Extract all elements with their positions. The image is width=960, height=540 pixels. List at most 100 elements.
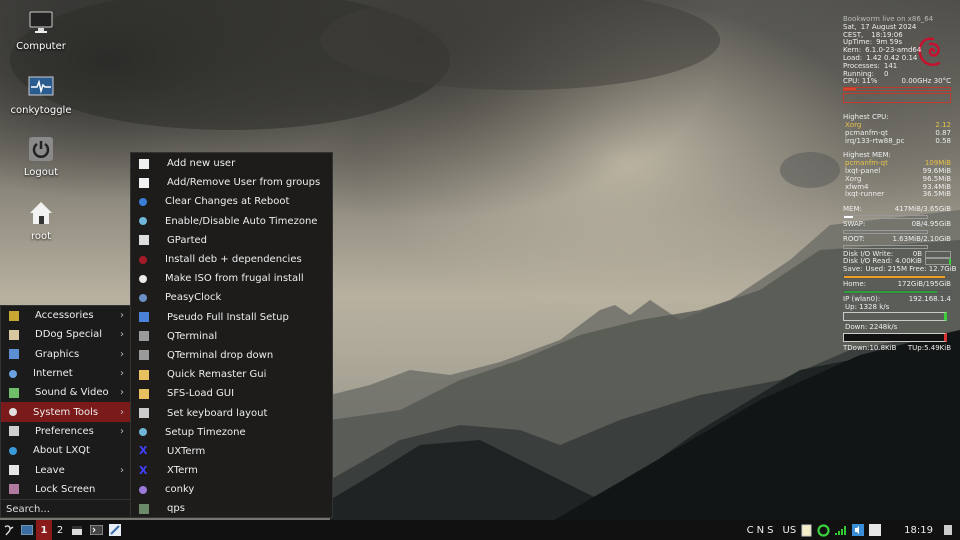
menu-item-qterminal[interactable]: QTerminal bbox=[131, 327, 332, 346]
network-status-icon[interactable] bbox=[817, 523, 830, 537]
mem-bar bbox=[843, 214, 928, 219]
desktop-icon-label: root bbox=[30, 231, 52, 242]
globe-icon bbox=[139, 217, 147, 226]
menu-item-enable-disable-auto-timezone[interactable]: Enable/Disable Auto Timezone bbox=[131, 212, 332, 231]
desktop-icon-logout[interactable]: Logout bbox=[1, 136, 81, 178]
keyboard-icon bbox=[139, 408, 149, 419]
menu-item-conky[interactable]: conky bbox=[131, 480, 332, 499]
start-menu-button[interactable] bbox=[0, 520, 18, 540]
desktop-icon-computer[interactable]: Computer bbox=[1, 10, 81, 52]
menu-item-label: GParted bbox=[167, 234, 207, 246]
menu-item-internet[interactable]: Internet › bbox=[1, 364, 130, 383]
show-hidden-icon[interactable] bbox=[944, 525, 952, 535]
menu-item-label: Accessories bbox=[35, 310, 94, 322]
swap-bar bbox=[843, 229, 928, 234]
cpu-graph bbox=[843, 93, 951, 104]
menu-item-lock-screen[interactable]: Lock Screen bbox=[1, 480, 130, 499]
menu-item-add-remove-user-from-groups[interactable]: Add/Remove User from groups bbox=[131, 173, 332, 192]
menu-item-label: qps bbox=[167, 503, 185, 515]
menu-item-preferences[interactable]: Preferences › bbox=[1, 422, 130, 441]
clock[interactable]: 18:19 bbox=[904, 525, 933, 536]
menu-item-uxterm[interactable]: X UXTerm bbox=[131, 442, 332, 461]
notification-icon[interactable] bbox=[869, 524, 882, 536]
menu-item-sfs-load-gui[interactable]: SFS-Load GUI bbox=[131, 384, 332, 403]
menu-item-pseudo-full-install-setup[interactable]: Pseudo Full Install Setup bbox=[131, 308, 332, 327]
menu-item-leave[interactable]: Leave › bbox=[1, 460, 130, 479]
menu-item-label: Install deb + dependencies bbox=[165, 254, 302, 266]
clipboard-icon[interactable] bbox=[801, 524, 812, 537]
menu-item-qps[interactable]: qps bbox=[131, 499, 332, 518]
highest-cpu-list: Xorg 2.12 pcmanfm-qt 0.87 irq/133-rtw88_pc 0.… bbox=[843, 121, 951, 145]
menu-item-accessories[interactable]: Accessories › bbox=[1, 306, 130, 325]
internet-icon bbox=[9, 369, 17, 378]
show-desktop-button[interactable] bbox=[18, 520, 36, 540]
menu-item-make-iso-from-frugal-install[interactable]: Make ISO from frugal install bbox=[131, 269, 332, 288]
menu-item-about-lxqt[interactable]: About LXQt bbox=[1, 441, 130, 460]
workspace-2[interactable]: 2 bbox=[52, 520, 68, 540]
swap-value: 0B/4.95GiB bbox=[911, 219, 951, 228]
menu-search-input[interactable]: Search... bbox=[1, 498, 130, 518]
num-lock-indicator: N bbox=[756, 524, 765, 536]
process-row: lxqt-runner 36.5MiB bbox=[843, 191, 951, 199]
root-value: 1.63MiB/2.10GiB bbox=[892, 234, 952, 243]
caps-lock-indicator: C bbox=[746, 524, 754, 536]
desktop-icon-conkytoggle[interactable]: conkytoggle bbox=[1, 74, 81, 116]
menu-item-label: Leave bbox=[35, 464, 65, 476]
leave-icon bbox=[9, 465, 19, 476]
chevron-right-icon: › bbox=[120, 425, 124, 437]
menu-item-peasyclock[interactable]: PeasyClock bbox=[131, 288, 332, 307]
home-bar bbox=[843, 289, 951, 294]
desktop-icon-root[interactable]: root bbox=[1, 200, 81, 242]
root-label: ROOT: bbox=[843, 234, 865, 243]
menu-item-label: QTerminal drop down bbox=[167, 349, 274, 361]
menu-item-ddog-special[interactable]: DDog Special › bbox=[1, 325, 130, 344]
menu-item-label: Clear Changes at Reboot bbox=[165, 196, 290, 208]
menu-item-label: conky bbox=[165, 484, 195, 496]
menu-item-label: XTerm bbox=[167, 465, 198, 477]
root-bar bbox=[843, 244, 928, 249]
install-icon bbox=[139, 312, 149, 323]
menu-item-xterm[interactable]: X XTerm bbox=[131, 461, 332, 480]
quicklaunch-files[interactable] bbox=[68, 520, 86, 540]
desktop-icon-label: conkytoggle bbox=[10, 105, 72, 116]
text-editor-icon bbox=[109, 524, 121, 536]
conky-cpu-freq: 0.00GHz 30°C bbox=[901, 77, 951, 86]
terminal-icon bbox=[139, 331, 149, 342]
menu-item-graphics[interactable]: Graphics › bbox=[1, 345, 130, 364]
terminal-icon bbox=[89, 525, 103, 535]
menu-item-setup-timezone[interactable]: Setup Timezone bbox=[131, 423, 332, 442]
workspace-1[interactable]: 1 bbox=[36, 520, 52, 540]
globe-icon bbox=[139, 428, 147, 437]
menu-item-add-new-user[interactable]: Add new user bbox=[131, 154, 332, 173]
menu-item-sound-video[interactable]: Sound & Video › bbox=[1, 383, 130, 402]
menu-item-gparted[interactable]: GParted bbox=[131, 231, 332, 250]
power-icon bbox=[29, 137, 53, 161]
quicklaunch-editor[interactable] bbox=[106, 520, 124, 540]
menu-item-install-deb-dependencies[interactable]: Install deb + dependencies bbox=[131, 250, 332, 269]
menu-item-qterminal-drop-down[interactable]: QTerminal drop down bbox=[131, 346, 332, 365]
menu-item-clear-changes-at-reboot[interactable]: Clear Changes at Reboot bbox=[131, 192, 332, 211]
chevron-right-icon: › bbox=[120, 406, 124, 418]
graphics-icon bbox=[9, 349, 19, 360]
menu-item-label: Internet bbox=[33, 368, 73, 380]
menu-item-quick-remaster-gui[interactable]: Quick Remaster Gui bbox=[131, 365, 332, 384]
accessories-icon bbox=[9, 310, 19, 321]
menu-item-set-keyboard-layout[interactable]: Set keyboard layout bbox=[131, 403, 332, 422]
debian-icon bbox=[139, 255, 147, 264]
volume-icon[interactable] bbox=[852, 524, 865, 536]
save-bar-fill bbox=[844, 275, 945, 278]
highest-mem-list: pcmanfm-qt 109MiB lxqt-panel 99.6MiB Xorg 96.… bbox=[843, 159, 951, 199]
x-terminal-icon: X bbox=[139, 444, 148, 458]
swap-label: SWAP: bbox=[843, 219, 866, 228]
quicklaunch-terminal[interactable] bbox=[86, 520, 106, 540]
home-label: Home: bbox=[843, 279, 867, 288]
system-tools-submenu: Add new user Add/Remove User from groups C… bbox=[130, 152, 333, 518]
menu-logo-icon bbox=[4, 525, 14, 536]
wifi-signal-icon[interactable] bbox=[835, 525, 847, 535]
system-tools-icon bbox=[9, 408, 17, 417]
menu-item-label: Quick Remaster Gui bbox=[167, 369, 267, 381]
conky-running: 0 bbox=[884, 69, 889, 78]
menu-item-system-tools[interactable]: System Tools › bbox=[1, 402, 130, 422]
keyboard-layout-indicator[interactable]: US bbox=[783, 525, 797, 536]
menu-item-label: PeasyClock bbox=[165, 292, 222, 304]
